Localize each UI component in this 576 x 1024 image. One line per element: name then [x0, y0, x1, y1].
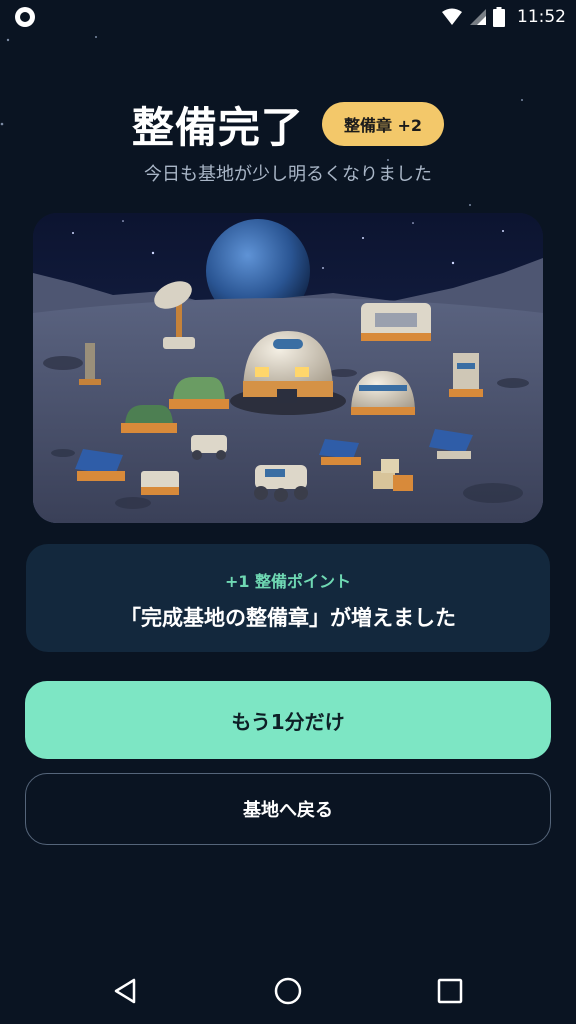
- one-more-minute-button[interactable]: もう1分だけ: [25, 681, 551, 759]
- wifi-icon: [442, 8, 462, 25]
- page-subtitle: 今日も基地が少し明るくなりました: [144, 164, 432, 185]
- reward-card: +1 整備ポイント 「完成基地の整備章」が増えました: [26, 544, 550, 652]
- recents-icon[interactable]: [432, 973, 468, 1009]
- battery-icon: [493, 7, 505, 27]
- title-row: 整備完了 整備章 +2: [0, 92, 576, 156]
- return-to-base-button[interactable]: 基地へ戻る: [25, 773, 551, 845]
- reward-message: 「完成基地の整備章」が増えました: [120, 606, 456, 630]
- back-icon[interactable]: [108, 973, 144, 1009]
- page-title: 整備完了: [131, 102, 304, 152]
- status-bar: 11:52: [0, 0, 576, 36]
- reward-points: +1 整備ポイント: [224, 572, 352, 591]
- notification-dot-icon: [15, 7, 35, 27]
- moon-base-illustration: [33, 213, 543, 523]
- home-icon[interactable]: [270, 973, 306, 1009]
- status-icons: 11:52: [441, 5, 566, 29]
- navigation-bar: [0, 955, 576, 1024]
- badge-reward: 整備章 +2: [321, 102, 445, 146]
- status-time: 11:52: [517, 7, 566, 27]
- signal-icon: [470, 9, 486, 25]
